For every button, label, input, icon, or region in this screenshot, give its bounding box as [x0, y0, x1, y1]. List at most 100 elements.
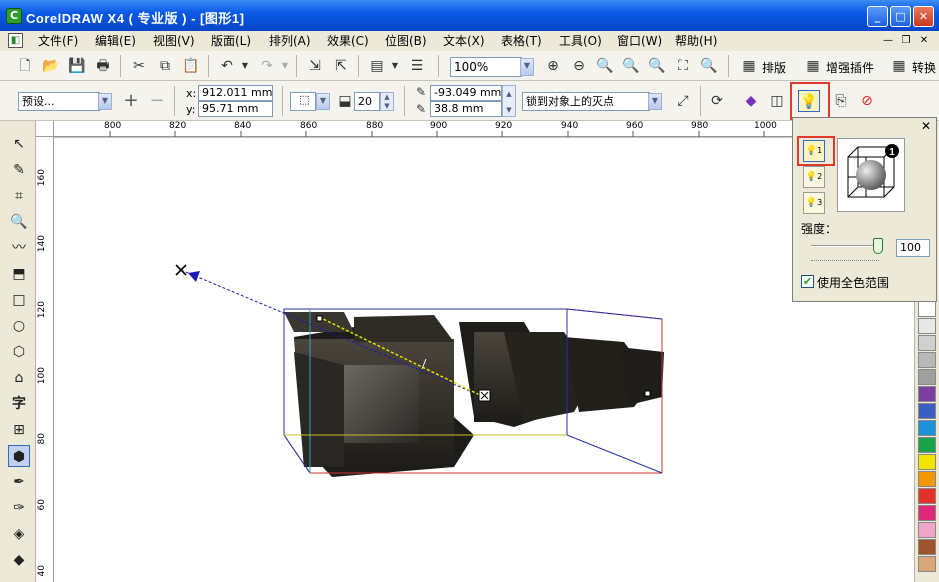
- intensity-field[interactable]: 100: [896, 239, 930, 257]
- menu-edit[interactable]: 编辑(E): [95, 33, 136, 49]
- zoom-level-field[interactable]: 100%: [450, 57, 522, 77]
- menu-tools[interactable]: 工具(O): [559, 33, 602, 49]
- menu-window[interactable]: 窗口(W): [617, 33, 662, 49]
- color-swatch[interactable]: [918, 539, 936, 555]
- save-icon[interactable]: 💾: [66, 55, 88, 77]
- undo-icon[interactable]: ↶: [216, 55, 238, 77]
- polygon-tool-icon[interactable]: ⬡: [8, 341, 30, 363]
- layout-icon[interactable]: ▦: [738, 55, 760, 77]
- doc-restore-button[interactable]: ❐: [898, 34, 914, 48]
- vanishing-point-spinner[interactable]: ▲ ▼: [502, 85, 516, 117]
- plugin-icon[interactable]: ▦: [802, 55, 824, 77]
- copy-icon[interactable]: ⧉: [154, 55, 176, 77]
- paste-icon[interactable]: 📋: [180, 55, 202, 77]
- add-preset-icon[interactable]: +: [120, 90, 142, 112]
- y-position-field[interactable]: 95.71 mm: [198, 101, 273, 117]
- remove-preset-icon[interactable]: −: [146, 90, 168, 112]
- menu-bitmaps[interactable]: 位图(B): [385, 33, 427, 49]
- redo-icon[interactable]: ↷: [256, 55, 278, 77]
- menu-text[interactable]: 文本(X): [443, 33, 485, 49]
- vertical-ruler[interactable]: 160 140 120 100 80 60 40: [36, 137, 54, 582]
- print-icon[interactable]: 🖶: [92, 55, 114, 77]
- menu-view[interactable]: 视图(V): [153, 33, 195, 49]
- light-1-button[interactable]: 💡1: [803, 140, 825, 162]
- panel-close-icon[interactable]: ✕: [921, 119, 931, 133]
- doc-minimize-button[interactable]: —: [880, 34, 896, 48]
- plugin-label[interactable]: 增强插件: [826, 59, 874, 76]
- zoom-out-icon[interactable]: ⊖: [568, 55, 590, 77]
- extrusion-bevel-icon[interactable]: ◫: [766, 90, 788, 112]
- preset-dropdown[interactable]: 预设...: [18, 92, 100, 111]
- color-swatch[interactable]: [918, 335, 936, 351]
- freehand-tool-icon[interactable]: 〰: [8, 237, 30, 259]
- zoom-selected-icon[interactable]: 🔍: [594, 55, 616, 77]
- intensity-slider-track[interactable]: [811, 245, 879, 247]
- menu-arrange[interactable]: 排列(A): [269, 33, 311, 49]
- zoom-width-icon[interactable]: ⛶: [672, 55, 694, 77]
- color-swatch[interactable]: [918, 352, 936, 368]
- layout-label[interactable]: 排版: [762, 59, 786, 76]
- color-swatch[interactable]: [918, 437, 936, 453]
- color-swatch[interactable]: [918, 318, 936, 334]
- color-swatch[interactable]: [918, 505, 936, 521]
- copy-extrusion-icon[interactable]: ⎘: [830, 90, 852, 112]
- zoom-height-icon[interactable]: 🔍: [698, 55, 720, 77]
- vanishing-point-y-field[interactable]: 38.8 mm: [430, 101, 502, 117]
- zoom-in-icon[interactable]: ⊕: [542, 55, 564, 77]
- interactive-extrude-tool-icon[interactable]: ⬢: [8, 445, 30, 467]
- extrusion-rotation-icon[interactable]: ⟳: [706, 90, 728, 112]
- color-swatch[interactable]: [918, 403, 936, 419]
- interactive-fill-tool-icon[interactable]: ◆: [8, 549, 30, 571]
- zoom-dropdown-icon[interactable]: ▼: [520, 58, 534, 76]
- color-swatch[interactable]: [918, 454, 936, 470]
- close-button[interactable]: ✕: [913, 6, 934, 27]
- x-position-field[interactable]: 912.011 mm: [198, 85, 273, 101]
- document-icon[interactable]: ◧: [8, 33, 23, 48]
- export-icon[interactable]: ⇱: [330, 55, 352, 77]
- lighting-preview[interactable]: 1: [837, 138, 905, 212]
- zoom-tool-icon[interactable]: 🔍: [8, 211, 30, 233]
- outline-tool-icon[interactable]: ✑: [8, 497, 30, 519]
- convert-icon[interactable]: ▦: [888, 55, 910, 77]
- zoom-all-objects-icon[interactable]: 🔍: [620, 55, 642, 77]
- launcher-dropdown-icon[interactable]: ▼: [390, 55, 400, 77]
- text-tool-icon[interactable]: 字: [8, 393, 30, 415]
- vp-properties-icon[interactable]: ⤢: [672, 90, 694, 112]
- intensity-slider-thumb[interactable]: [873, 238, 883, 254]
- cut-icon[interactable]: ✂: [128, 55, 150, 77]
- maximize-button[interactable]: □: [890, 6, 911, 27]
- extrusion-type-icon[interactable]: ⬚: [290, 92, 316, 111]
- eyedropper-tool-icon[interactable]: ✒: [8, 471, 30, 493]
- extrusion-lighting-icon[interactable]: 💡: [798, 90, 820, 112]
- light-3-button[interactable]: 💡3: [803, 192, 825, 214]
- minimize-button[interactable]: _: [867, 6, 888, 27]
- vanishing-point-lock-dropdown[interactable]: 锁到对象上的灭点: [522, 92, 650, 111]
- menu-layout[interactable]: 版面(L): [211, 33, 251, 49]
- doc-close-button[interactable]: ✕: [916, 34, 932, 48]
- import-icon[interactable]: ⇲: [304, 55, 326, 77]
- basic-shapes-tool-icon[interactable]: ⌂: [8, 367, 30, 389]
- vp-lock-dropdown-icon[interactable]: ▼: [648, 93, 662, 110]
- color-swatch[interactable]: [918, 471, 936, 487]
- full-color-checkbox[interactable]: ✔: [801, 275, 814, 288]
- welcome-screen-icon[interactable]: ☰: [406, 55, 428, 77]
- application-launcher-icon[interactable]: ▤: [366, 55, 388, 77]
- color-swatch[interactable]: [918, 369, 936, 385]
- light-2-button[interactable]: 💡2: [803, 166, 825, 188]
- vanishing-point-x-field[interactable]: -93.049 mm: [430, 85, 502, 101]
- menu-table[interactable]: 表格(T): [501, 33, 542, 49]
- color-swatch[interactable]: [918, 301, 936, 317]
- ellipse-tool-icon[interactable]: ○: [8, 315, 30, 337]
- color-swatch[interactable]: [918, 420, 936, 436]
- redo-dropdown-icon[interactable]: ▼: [280, 55, 290, 77]
- shape-tool-icon[interactable]: ✎: [8, 159, 30, 181]
- horizontal-ruler[interactable]: 800 820 840 860 880 900 920 940 960 980 …: [54, 121, 914, 137]
- menu-effects[interactable]: 效果(C): [327, 33, 369, 49]
- depth-spinner[interactable]: ▲ ▼: [380, 92, 394, 111]
- table-tool-icon[interactable]: ⊞: [8, 419, 30, 441]
- drawing-canvas[interactable]: [54, 137, 914, 582]
- rectangle-tool-icon[interactable]: □: [8, 289, 30, 311]
- depth-field[interactable]: 20: [354, 92, 380, 111]
- color-swatch[interactable]: [918, 386, 936, 402]
- pick-tool-icon[interactable]: ↖: [8, 133, 30, 155]
